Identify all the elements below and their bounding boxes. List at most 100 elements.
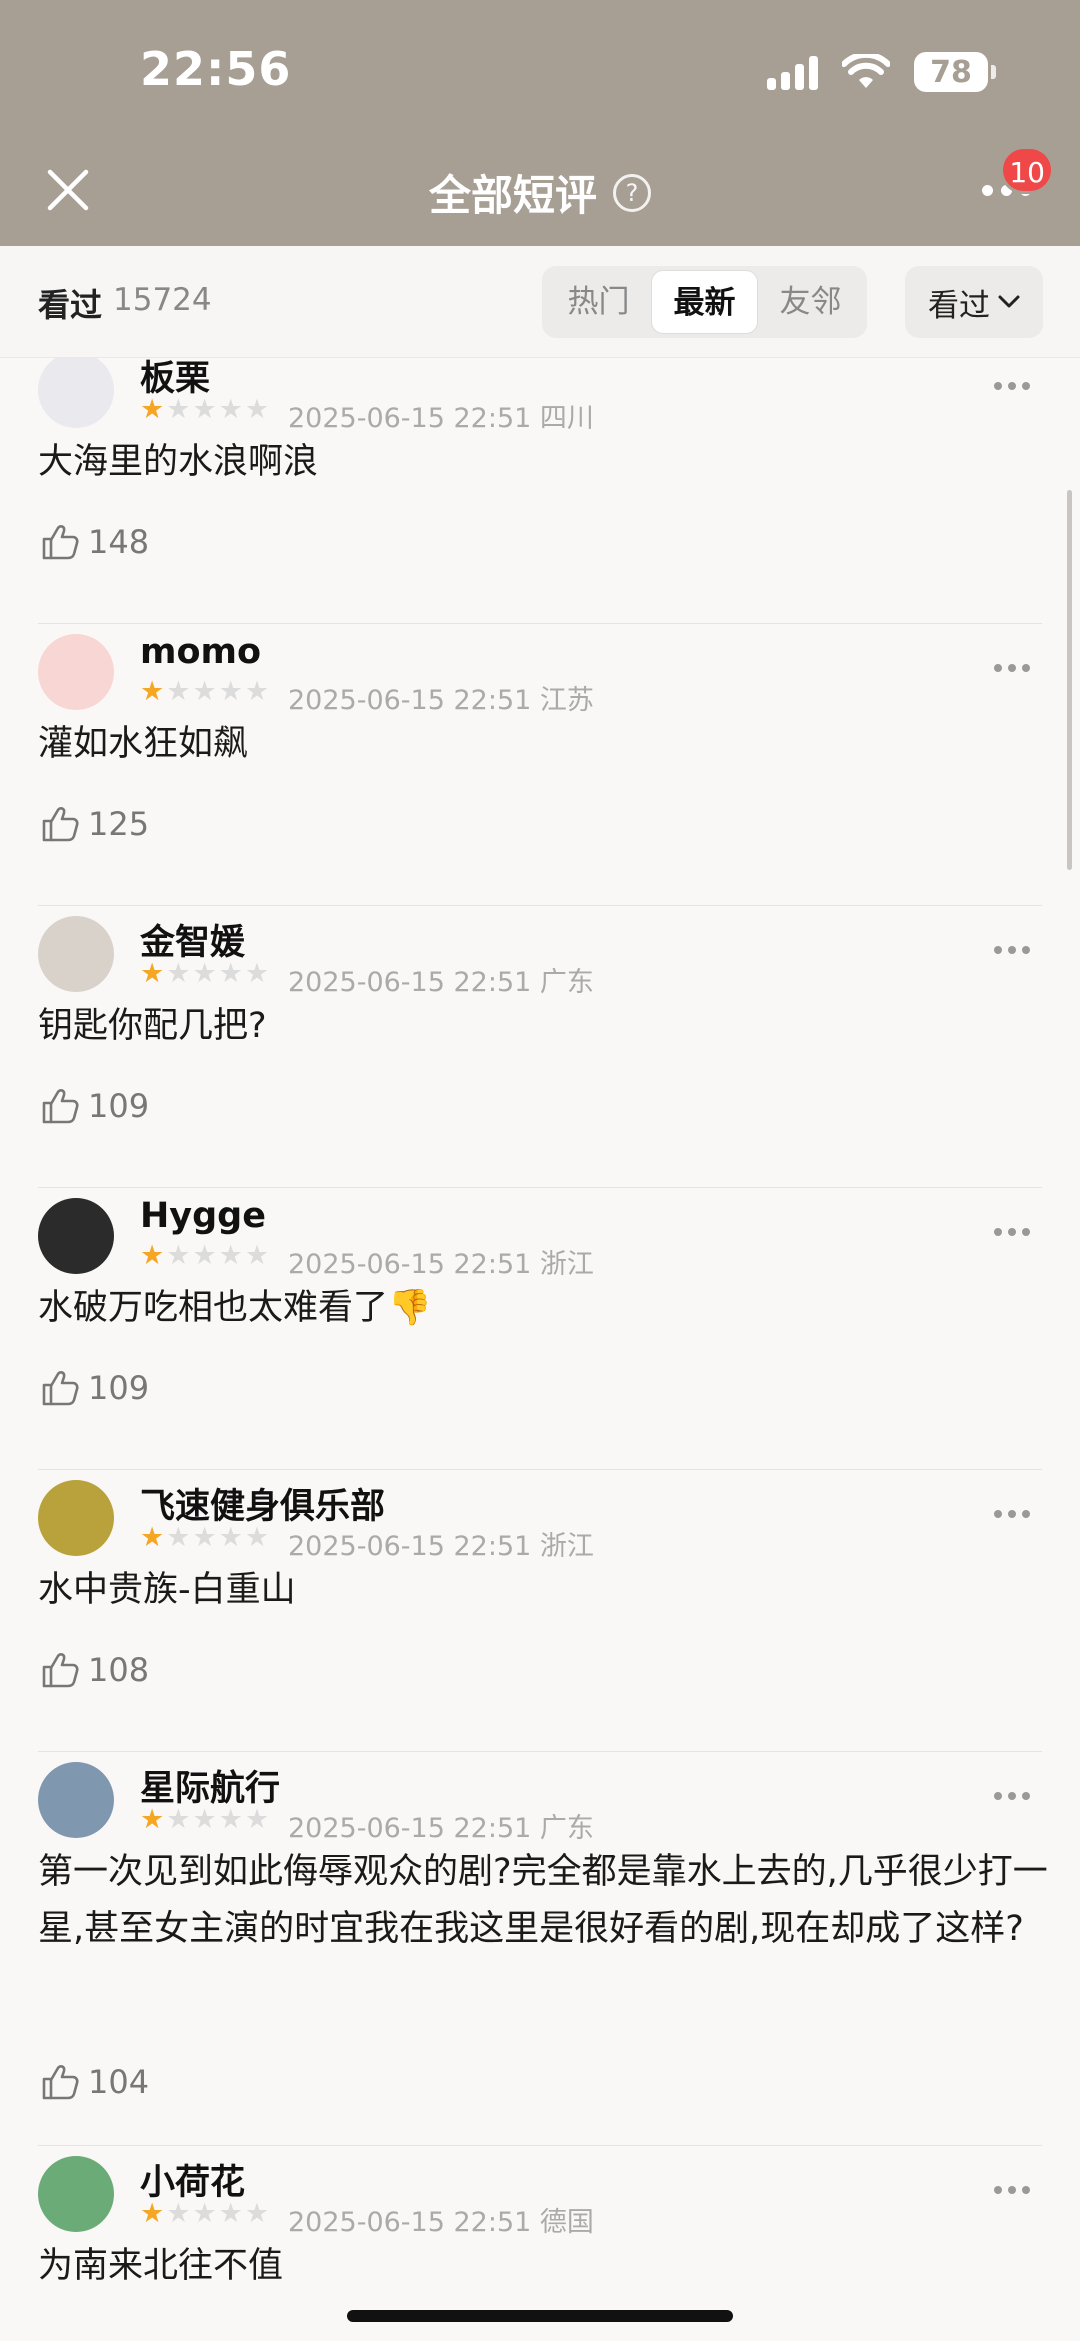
comment-more-icon[interactable] [994,382,1034,396]
star-icon: ★ [192,958,217,989]
star-icon: ★ [192,676,217,707]
thumb-up-icon [42,2065,79,2100]
comment-item[interactable]: Hygge ★ ★ ★ ★ ★ 2025-06-15 22:51 浙江水破万吃相也太难看了👎… [0,1188,1080,1470]
avatar[interactable] [38,634,114,710]
like-count: 108 [88,1651,150,1689]
star-icon: ★ [244,958,270,989]
star-icon: ★ [140,676,165,707]
star-icon: ★ [192,1522,217,1553]
avatar[interactable] [38,2156,114,2232]
rating-stars: ★ ★ ★ ★ ★ [140,1523,269,1553]
star-icon: ★ [166,1240,191,1271]
star-icon: ★ [244,394,270,425]
battery-icon: 78 [914,52,996,92]
comment-item[interactable]: momo ★ ★ ★ ★ ★ 2025-06-15 22:51 江苏 灌如水狂如飙 125 [0,624,1080,906]
home-indicator[interactable] [347,2310,733,2322]
comment-region: 德国 [539,2207,594,2238]
comment-text: 为南来北往不值 [38,2246,284,2286]
star-icon: ★ [192,1240,217,1271]
rating-stars: ★ ★ ★ ★ ★ [140,395,269,425]
comment-meta: 2025-06-15 22:51 广东 [288,1806,594,1845]
comment-meta: 2025-06-15 22:51 四川 [288,396,594,435]
page-title-bar: 全部短评 ? [0,162,1080,223]
rating-stars: ★ ★ ★ ★ ★ [140,1241,269,1271]
comment-item[interactable]: 星际航行 ★ ★ ★ ★ ★ 2025-06-15 22:51 广东 第一次见到如此侮辱观众的… [0,1752,1080,2146]
comment-item[interactable]: 板栗 ★ ★ ★ ★ ★ 2025-06-15 22:51 四川 大海里的水浪啊浪 148 [0,358,1080,624]
star-icon: ★ [166,958,191,989]
star-icon: ★ [140,394,165,425]
like-button[interactable]: 148 [40,522,149,562]
star-icon: ★ [218,1522,243,1553]
username[interactable]: momo [140,632,261,672]
avatar[interactable] [38,358,114,428]
star-icon: ★ [244,676,270,707]
comment-more-icon[interactable] [994,1792,1034,1806]
star-icon: ★ [166,1522,191,1553]
comment-list[interactable]: 板栗 ★ ★ ★ ★ ★ 2025-06-15 22:51 四川 大海里的水浪啊浪 148 mom… [0,358,1080,2341]
avatar[interactable] [38,1762,114,1838]
comment-text: 灌如水狂如飙 [38,724,249,764]
battery-level: 78 [930,54,972,90]
tab-latest[interactable]: 最新 [651,270,758,334]
comment-more-icon[interactable] [994,2186,1034,2200]
like-count: 109 [88,1369,150,1407]
thumb-up-icon [42,1653,79,1688]
wifi-icon [842,54,890,88]
avatar[interactable] [38,1198,114,1274]
star-icon: ★ [140,1522,165,1553]
comment-item[interactable]: 金智媛 ★ ★ ★ ★ ★ 2025-06-15 22:51 广东 钥匙你配几把? 109 [0,906,1080,1188]
comment-region: 浙江 [539,1249,594,1280]
comment-text: 第一次见到如此侮辱观众的剧?完全都是靠水上去的,几乎很少打一星,甚至女主演的时宜… [38,1852,1048,1949]
rating-stars: ★ ★ ★ ★ ★ [140,1805,269,1835]
seen-dropdown[interactable]: 看过 [905,266,1043,338]
comment-region: 浙江 [539,1531,594,1562]
comment-date: 2025-06-15 22:51 [288,403,532,434]
comment-item[interactable]: 飞速健身俱乐部 ★ ★ ★ ★ ★ 2025-06-15 22:51 浙江 水中贵族-白重山 1… [0,1470,1080,1752]
filter-bar: 看过 15724 热门 最新 友邻 看过 [0,246,1080,358]
avatar[interactable] [38,916,114,992]
star-icon: ★ [244,1804,270,1835]
like-button[interactable]: 104 [40,2062,149,2102]
star-icon: ★ [140,1804,165,1835]
like-button[interactable]: 109 [40,1086,149,1126]
comment-date: 2025-06-15 22:51 [288,1813,532,1844]
rating-stars: ★ ★ ★ ★ ★ [140,677,269,707]
tab-hot[interactable]: 热门 [546,270,651,334]
comment-more-icon[interactable] [994,1228,1034,1242]
signal-icon [767,54,818,90]
seen-count: 15724 [113,282,212,318]
page-title: 全部短评 [428,171,597,220]
star-icon: ★ [218,394,243,425]
header: 22:56 78 全部短评 ? 10 [0,0,1080,246]
rating-stars: ★ ★ ★ ★ ★ [140,959,269,989]
thumb-up-icon [42,525,79,560]
comment-text: 大海里的水浪啊浪 [38,442,319,482]
star-icon: ★ [218,676,243,707]
star-icon: ★ [244,1240,270,1271]
comment-more-icon[interactable] [994,664,1034,678]
comment-date: 2025-06-15 22:51 [288,685,532,716]
comment-more-icon[interactable] [994,1510,1034,1524]
like-button[interactable]: 109 [40,1368,149,1408]
like-button[interactable]: 125 [40,804,149,844]
comment-region: 广东 [539,967,594,998]
star-icon: ★ [192,1804,217,1835]
avatar[interactable] [38,1480,114,1556]
comment-date: 2025-06-15 22:51 [288,1249,532,1280]
status-icons: 78 [767,50,996,94]
help-icon[interactable]: ? [613,173,651,212]
thumb-up-icon [42,807,79,842]
chevron-down-icon [998,295,1020,308]
username[interactable]: Hygge [140,1196,266,1236]
comment-text: 水破万吃相也太难看了👎 [38,1288,432,1328]
comment-meta: 2025-06-15 22:51 江苏 [288,678,594,717]
tab-friends[interactable]: 友邻 [758,270,863,334]
star-icon: ★ [166,394,191,425]
comment-region: 四川 [539,403,594,434]
like-button[interactable]: 108 [40,1650,149,1690]
comment-more-icon[interactable] [994,946,1034,960]
star-icon: ★ [166,2198,191,2229]
star-icon: ★ [166,1804,191,1835]
star-icon: ★ [140,1240,165,1271]
star-icon: ★ [244,2198,270,2229]
